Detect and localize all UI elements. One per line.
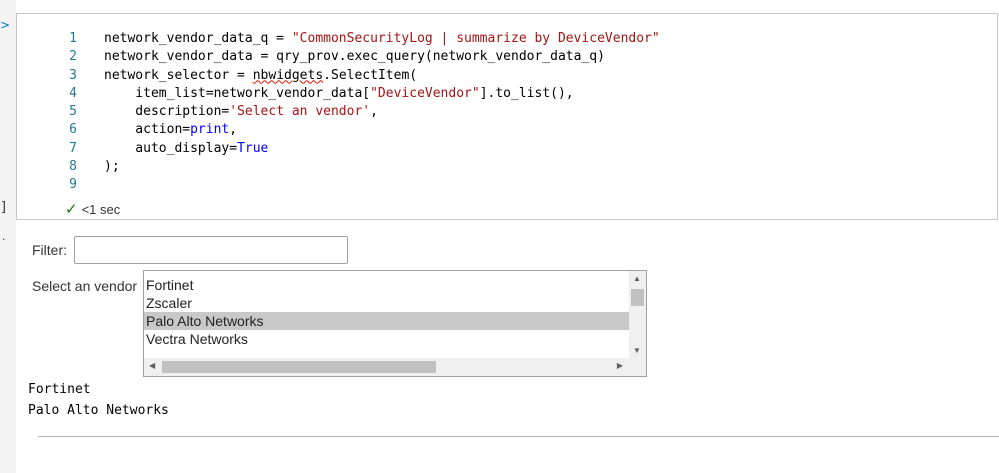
cell-output: Fortinet Palo Alto Networks [28, 379, 169, 421]
code-token: action= [104, 122, 191, 138]
code-token: , [229, 122, 238, 138]
vendor-option[interactable]: Vectra Networks [144, 330, 629, 348]
output-line: Palo Alto Networks [28, 403, 169, 418]
horizontal-scroll-thumb[interactable] [162, 361, 436, 373]
code-token: print [190, 122, 230, 138]
code-token: network_selector = [104, 67, 253, 83]
code-line[interactable]: 5 description='Select an vendor', [17, 103, 660, 121]
code-editor[interactable]: 1 network_vendor_data_q = "CommonSecurity… [17, 30, 660, 195]
execution-time: <1 sec [81, 201, 121, 217]
code-line[interactable]: 6 action=print, [17, 121, 660, 139]
code-token: auto_display= [104, 140, 238, 156]
code-token: item_list=network_vendor_data[ [104, 85, 371, 101]
vendor-option[interactable]: Fortinet [144, 276, 629, 294]
scroll-up-icon[interactable]: ▲ [633, 274, 641, 283]
horizontal-scrollbar[interactable]: ◀ ▶ [144, 358, 629, 376]
code-token: , [370, 104, 378, 120]
line-number: 7 [69, 140, 77, 156]
filter-input[interactable] [74, 236, 348, 264]
filter-row: Filter: [32, 236, 348, 264]
code-cell[interactable]: 1 network_vendor_data_q = "CommonSecurity… [16, 13, 998, 220]
scrollbar-corner [629, 358, 646, 376]
line-number: 4 [69, 85, 77, 101]
code-line[interactable]: 4 item_list=network_vendor_data["DeviceV… [17, 85, 660, 103]
vertical-scrollbar[interactable]: ▲ ▼ [629, 271, 646, 358]
code-line[interactable]: 1 network_vendor_data_q = "CommonSecurity… [17, 30, 660, 48]
select-vendor-label: Select an vendor [32, 278, 138, 294]
execution-status: ✓ <1 sec [65, 200, 120, 218]
output-marker: . [2, 229, 6, 243]
run-arrow-icon[interactable]: > [0, 18, 10, 32]
code-line[interactable]: 7 auto_display=True [17, 140, 660, 158]
execution-count: ] [0, 200, 8, 215]
line-number: 2 [69, 49, 77, 65]
scroll-left-icon[interactable]: ◀ [149, 361, 155, 370]
code-token: network_vendor_data_q = [104, 31, 292, 46]
vertical-scroll-thumb[interactable] [631, 289, 644, 306]
code-token: description= [104, 104, 230, 120]
filter-label: Filter: [32, 242, 67, 258]
vendor-option[interactable]: Palo Alto Networks [144, 312, 629, 330]
code-token: nbwidgets [252, 67, 324, 83]
code-token: ].to_list(), [479, 85, 574, 101]
output-line: Fortinet [28, 382, 91, 397]
vendor-option[interactable]: Zscaler [144, 294, 629, 312]
scroll-down-icon[interactable]: ▼ [633, 346, 641, 355]
line-number: 3 [69, 67, 77, 83]
code-token: 'Select an vendor' [229, 104, 371, 120]
line-number: 8 [69, 159, 77, 175]
code-line[interactable]: 2 network_vendor_data = qry_prov.exec_que… [17, 48, 660, 66]
code-token: .SelectItem( [323, 67, 418, 83]
line-number: 6 [69, 122, 77, 138]
code-line[interactable]: 9 [17, 176, 660, 194]
code-token: "DeviceVendor" [370, 85, 480, 101]
code-line[interactable]: 3 network_selector = nbwidgets.SelectItem… [17, 67, 660, 85]
output-divider [38, 436, 999, 437]
line-number: 9 [69, 177, 77, 193]
scroll-right-icon[interactable]: ▶ [617, 361, 623, 370]
line-number: 1 [69, 31, 77, 46]
checkmark-icon: ✓ [65, 200, 78, 218]
code-token: "CommonSecurityLog | summarize by Device… [291, 31, 660, 46]
code-token: ); [104, 159, 120, 175]
line-number: 5 [69, 104, 77, 120]
code-token: True [237, 140, 269, 156]
vendor-listbox[interactable]: Fortinet Zscaler Palo Alto Networks Vectra … [143, 270, 647, 377]
code-line[interactable]: 8); [17, 158, 660, 176]
code-token: network_vendor_data = qry_prov.exec_quer… [104, 49, 605, 65]
